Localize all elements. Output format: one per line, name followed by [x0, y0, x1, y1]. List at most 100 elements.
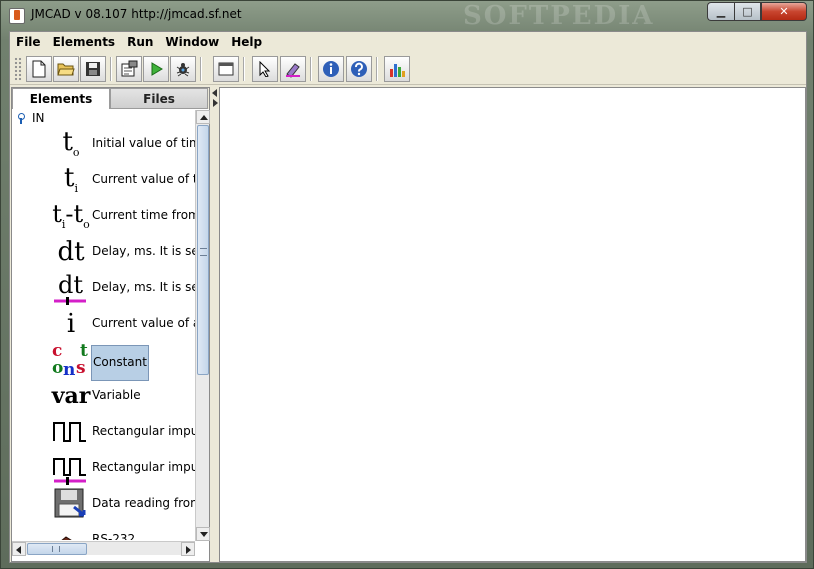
- minimize-button[interactable]: ▁: [707, 2, 734, 21]
- select-button[interactable]: [252, 56, 278, 82]
- menu-help[interactable]: Help: [225, 32, 268, 52]
- t-i-icon: ti: [64, 163, 78, 196]
- menu-file[interactable]: File: [10, 32, 47, 52]
- tree-item-label: Delay, ms. It is set: [92, 244, 195, 258]
- maximize-button[interactable]: □: [734, 2, 761, 21]
- rs232-icon: [52, 523, 90, 540]
- tab-files[interactable]: Files: [110, 88, 208, 109]
- window-button[interactable]: [213, 56, 239, 82]
- close-button[interactable]: ✕: [761, 2, 807, 21]
- tree-horizontal-scrollbar[interactable]: [12, 541, 195, 556]
- dt-icon: dt: [57, 237, 85, 267]
- tree-item-initial-time[interactable]: to Initial value of time: [12, 126, 195, 162]
- open-button[interactable]: [53, 56, 79, 82]
- panel-tabs: Elements Files: [12, 88, 209, 109]
- run-button[interactable]: [143, 56, 169, 82]
- window-title: JMCAD v 08.107 http://jmcad.sf.net: [31, 7, 242, 21]
- tree-item-label: Current time from t: [92, 208, 195, 222]
- split-pane-divider[interactable]: [211, 87, 219, 562]
- svg-text:s: s: [76, 358, 86, 377]
- chart-button[interactable]: [384, 56, 410, 82]
- run-play-icon: [151, 62, 163, 76]
- tree-item-constant[interactable]: ctons Constant: [12, 342, 195, 381]
- scrollbar-thumb[interactable]: [27, 543, 87, 555]
- svg-text:n: n: [63, 360, 75, 377]
- tree-item-label: Rectangular impul: [92, 460, 195, 474]
- tree-item-data-reading[interactable]: Data reading from: [12, 486, 195, 522]
- floppy-read-icon: [52, 487, 90, 521]
- debug-button[interactable]: [170, 56, 196, 82]
- svg-text:dt: dt: [58, 271, 83, 299]
- scroll-left-arrow-icon[interactable]: [12, 542, 26, 556]
- design-canvas[interactable]: [219, 87, 806, 562]
- tree-item-current-time-from[interactable]: ti-to Current time from t: [12, 198, 195, 234]
- eraser-button[interactable]: [280, 56, 306, 82]
- help-button[interactable]: [346, 56, 372, 82]
- tree-item-label: Variable: [92, 388, 141, 402]
- scroll-right-arrow-icon[interactable]: [181, 542, 195, 556]
- tree-item-label: Constant: [91, 345, 149, 381]
- scroll-down-arrow-icon[interactable]: [196, 527, 210, 541]
- toolbar-separator: [110, 57, 112, 81]
- help-question-icon: [351, 61, 367, 77]
- tree-item-delay[interactable]: dt Delay, ms. It is set: [12, 234, 195, 270]
- new-file-icon: [32, 60, 46, 78]
- title-bar[interactable]: JMCAD v 08.107 http://jmcad.sf.net SOFTP…: [1, 1, 813, 31]
- new-file-button[interactable]: [26, 56, 52, 82]
- tree-item-delay-slider[interactable]: dt Delay, ms. It is set: [12, 270, 195, 306]
- toolbar-separator: [243, 57, 245, 81]
- tree-root-in[interactable]: IN: [12, 110, 195, 126]
- properties-icon: [121, 60, 138, 77]
- tab-elements[interactable]: Elements: [12, 88, 110, 109]
- tree-item-current-value[interactable]: i Current value of an: [12, 306, 195, 342]
- toolbar-separator: [310, 57, 312, 81]
- tree-item-current-time[interactable]: ti Current value of tin: [12, 162, 195, 198]
- const-icon: ctons: [52, 343, 90, 377]
- tree-item-label: Rectangular impul: [92, 424, 195, 438]
- tree-item-label: Current value of tin: [92, 172, 195, 186]
- tree-item-variable[interactable]: var Variable: [12, 378, 195, 414]
- var-icon: var: [51, 383, 91, 409]
- tree-item-rs232[interactable]: RS-232: [12, 522, 195, 540]
- properties-button[interactable]: [116, 56, 142, 82]
- save-button[interactable]: [80, 56, 106, 82]
- i-icon: i: [66, 309, 76, 339]
- bar-chart-icon: [390, 64, 405, 77]
- t-zero-icon: to: [62, 127, 80, 160]
- elements-panel: Elements Files IN to Initial value of ti…: [11, 87, 210, 562]
- tree-root-label: IN: [32, 111, 45, 125]
- menu-window[interactable]: Window: [159, 32, 225, 52]
- java-app-icon[interactable]: [9, 8, 25, 24]
- tree-item-label: RS-232: [92, 532, 136, 540]
- elements-tree: IN to Initial value of time ti Current v…: [12, 110, 195, 540]
- expand-right-arrow-icon[interactable]: [212, 99, 218, 107]
- tree-item-label: Data reading from: [92, 496, 195, 510]
- client-area: File Elements Run Window Help Elements F…: [9, 31, 807, 563]
- collapse-left-arrow-icon[interactable]: [212, 89, 218, 97]
- menu-elements[interactable]: Elements: [47, 32, 122, 52]
- pulse-icon: [52, 415, 90, 449]
- info-icon: [323, 61, 339, 77]
- window-controls: ▁ □ ✕: [707, 2, 807, 21]
- info-button[interactable]: [318, 56, 344, 82]
- menu-bar: File Elements Run Window Help: [10, 32, 806, 52]
- scrollbar-thumb[interactable]: [197, 125, 209, 375]
- bug-icon: [176, 63, 190, 77]
- toolbar-grip[interactable]: [14, 57, 22, 81]
- menu-run[interactable]: Run: [121, 32, 159, 52]
- scroll-up-arrow-icon[interactable]: [196, 110, 210, 124]
- tree-item-label: Delay, ms. It is set: [92, 280, 195, 294]
- eraser-icon: [286, 63, 300, 78]
- tree-item-rect-impulse-slider[interactable]: Rectangular impul: [12, 450, 195, 486]
- window-icon: [218, 62, 234, 76]
- toolbar-separator: [376, 57, 378, 81]
- open-folder-icon: [57, 63, 75, 76]
- save-disk-icon: [86, 62, 100, 76]
- pulse-slider-icon: [52, 451, 90, 485]
- toolbar: [10, 53, 806, 85]
- tree-item-rect-impulse[interactable]: Rectangular impul: [12, 414, 195, 450]
- pointer-arrow-icon: [259, 61, 271, 77]
- softpedia-watermark: SOFTPEDIA: [463, 1, 655, 31]
- tree-node-key-icon[interactable]: [16, 112, 26, 124]
- tree-vertical-scrollbar[interactable]: [195, 110, 210, 541]
